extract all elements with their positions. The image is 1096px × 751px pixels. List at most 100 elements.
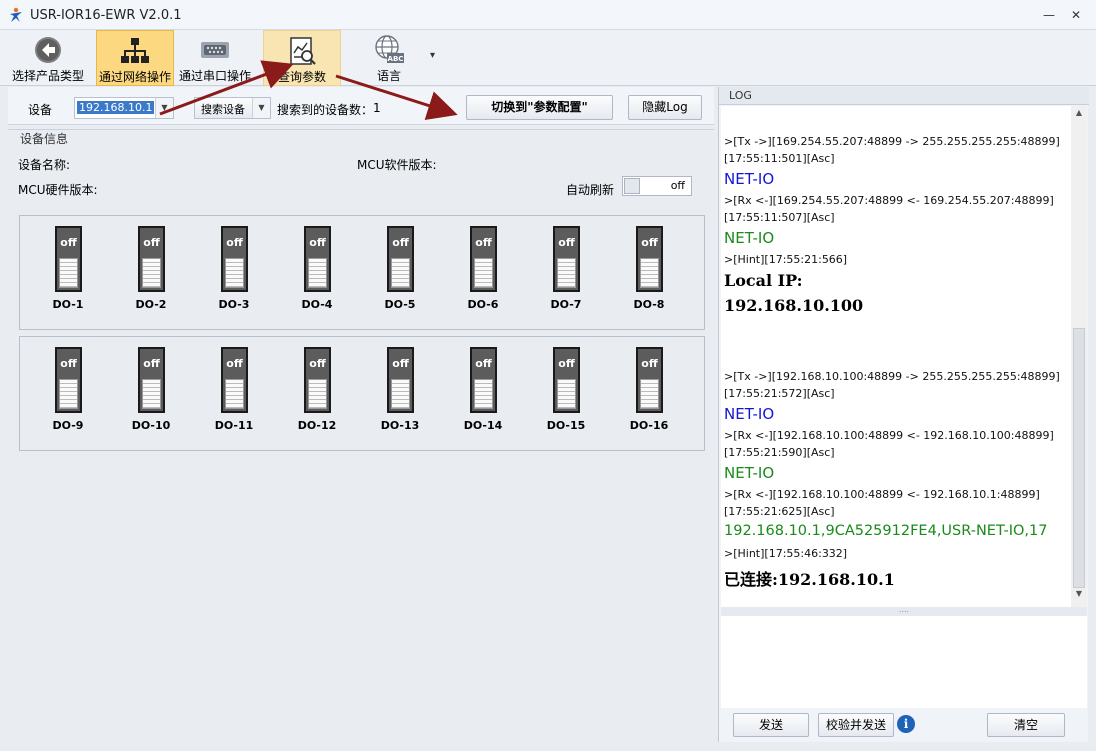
log-splitter[interactable]: .... — [721, 606, 1087, 616]
hide-log-button[interactable]: 隐藏Log — [628, 95, 702, 120]
switch-body[interactable]: off — [553, 226, 580, 292]
switch-state: off — [309, 236, 326, 249]
svg-text:ABC: ABC — [388, 55, 404, 63]
switch-name: DO-10 — [131, 419, 171, 432]
auto-refresh-label: 自动刷新 — [566, 183, 615, 197]
switch-body[interactable]: off — [221, 347, 248, 413]
switch-body[interactable]: off — [636, 347, 663, 413]
network-operation-button[interactable]: 通过网络操作 — [96, 30, 174, 86]
close-button[interactable]: ✕ — [1067, 8, 1085, 24]
switch-slider — [557, 379, 576, 409]
switch-body[interactable]: off — [387, 226, 414, 292]
do-switch[interactable]: off DO-5 — [365, 216, 435, 316]
search-device-button[interactable]: 搜索设备 ▼ — [194, 97, 271, 119]
log-line: >[Rx <-][192.168.10.100:48899 <- 192.168… — [724, 429, 1054, 442]
switch-body[interactable]: off — [138, 226, 165, 292]
log-line: NET-IO — [724, 464, 775, 482]
ribbon-label: 选择产品类型 — [11, 69, 84, 83]
do-switch[interactable]: off DO-2 — [116, 216, 186, 316]
do-switch[interactable]: off DO-7 — [531, 216, 601, 316]
select-product-type-button[interactable]: 选择产品类型 — [8, 30, 88, 86]
query-params-button[interactable]: 查询参数 — [263, 30, 341, 86]
switch-body[interactable]: off — [387, 347, 414, 413]
switch-state: off — [309, 357, 326, 370]
scroll-up-icon[interactable]: ▲ — [1071, 108, 1087, 124]
serial-operation-button[interactable]: 通过串口操作 — [176, 30, 254, 86]
log-scrollbar[interactable]: ▲ ▼ — [1071, 106, 1087, 607]
do-panel-row1: off DO-1 off DO-2 off DO-3 off DO-4 off DO-5 off DO… — [19, 215, 705, 330]
switch-state: off — [641, 357, 658, 370]
log-line: [17:55:21:625][Asc] — [724, 505, 835, 518]
log-line: >[Tx ->][169.254.55.207:48899 -> 255.255… — [724, 135, 1060, 148]
switch-slider — [225, 379, 244, 409]
minimize-button[interactable]: — — [1040, 8, 1058, 24]
switch-name: DO-8 — [633, 298, 665, 311]
switch-body[interactable]: off — [470, 347, 497, 413]
do-switch[interactable]: off DO-14 — [448, 337, 518, 437]
switch-state: off — [558, 236, 575, 249]
switch-slider — [142, 379, 161, 409]
log-line: NET-IO — [724, 170, 775, 188]
switch-name: DO-12 — [297, 419, 337, 432]
do-switch[interactable]: off DO-16 — [614, 337, 684, 437]
switch-body[interactable]: off — [304, 347, 331, 413]
scroll-down-icon[interactable]: ▼ — [1071, 589, 1087, 605]
log-output[interactable]: >[Tx ->][169.254.55.207:48899 -> 255.255… — [721, 106, 1087, 607]
switch-body[interactable]: off — [553, 347, 580, 413]
send-input[interactable] — [721, 616, 1087, 708]
switch-state: off — [143, 357, 160, 370]
switch-body[interactable]: off — [304, 226, 331, 292]
switch-name: DO-14 — [463, 419, 503, 432]
switch-slider — [59, 258, 78, 288]
switch-slider — [640, 258, 659, 288]
switch-body[interactable]: off — [138, 347, 165, 413]
switch-body[interactable]: off — [636, 226, 663, 292]
scrollbar-thumb[interactable] — [1073, 328, 1085, 588]
query-params-icon — [290, 37, 316, 65]
switch-body[interactable]: off — [55, 347, 82, 413]
device-toolbar: 设备 192.168.10.1 ▼ 搜索设备 ▼ 搜索到的设备数： 1 切换到"… — [8, 87, 714, 125]
do-switch[interactable]: off DO-12 — [282, 337, 352, 437]
auto-refresh-toggle[interactable]: off — [622, 176, 692, 196]
switch-state: off — [226, 236, 243, 249]
log-line: >[Rx <-][169.254.55.207:48899 <- 169.254… — [724, 194, 1054, 207]
clear-button[interactable]: 清空 — [987, 713, 1065, 737]
log-pane: LOG >[Tx ->][169.254.55.207:48899 -> 255… — [718, 87, 1089, 742]
do-switch[interactable]: off DO-3 — [199, 216, 269, 316]
log-line: >[Rx <-][192.168.10.100:48899 <- 192.168… — [724, 488, 1040, 501]
chevron-down-icon[interactable]: ▼ — [155, 98, 173, 118]
device-info-title: 设备信息 — [20, 132, 69, 146]
do-switch[interactable]: off DO-9 — [33, 337, 103, 437]
info-icon[interactable]: i — [897, 715, 915, 733]
switch-body[interactable]: off — [221, 226, 248, 292]
switch-to-config-button[interactable]: 切换到"参数配置" — [466, 95, 613, 120]
do-switch[interactable]: off DO-6 — [448, 216, 518, 316]
do-switch[interactable]: off DO-10 — [116, 337, 186, 437]
switch-name: DO-9 — [52, 419, 84, 432]
device-select[interactable]: 192.168.10.1 ▼ — [74, 97, 174, 119]
verify-send-button[interactable]: 校验并发送 — [818, 713, 894, 737]
ribbon-more-dropdown[interactable]: ▾ — [430, 50, 435, 61]
switch-body[interactable]: off — [470, 226, 497, 292]
switch-slider — [142, 258, 161, 288]
do-switch[interactable]: off DO-15 — [531, 337, 601, 437]
switch-slider — [308, 258, 327, 288]
log-header: LOG — [719, 87, 1089, 105]
switch-slider — [308, 379, 327, 409]
chevron-down-icon[interactable]: ▼ — [252, 98, 270, 118]
toggle-knob — [624, 178, 640, 194]
log-line: NET-IO — [724, 405, 775, 423]
language-button[interactable]: ABC 语言 — [350, 30, 428, 86]
switch-state: off — [60, 357, 77, 370]
switch-slider — [474, 258, 493, 288]
do-switch[interactable]: off DO-13 — [365, 337, 435, 437]
do-switch[interactable]: off DO-11 — [199, 337, 269, 437]
do-switch[interactable]: off DO-4 — [282, 216, 352, 316]
log-line: >[Tx ->][192.168.10.100:48899 -> 255.255… — [724, 370, 1060, 383]
network-icon — [121, 38, 149, 63]
do-switch[interactable]: off DO-1 — [33, 216, 103, 316]
send-button[interactable]: 发送 — [733, 713, 809, 737]
switch-state: off — [475, 357, 492, 370]
switch-body[interactable]: off — [55, 226, 82, 292]
do-switch[interactable]: off DO-8 — [614, 216, 684, 316]
